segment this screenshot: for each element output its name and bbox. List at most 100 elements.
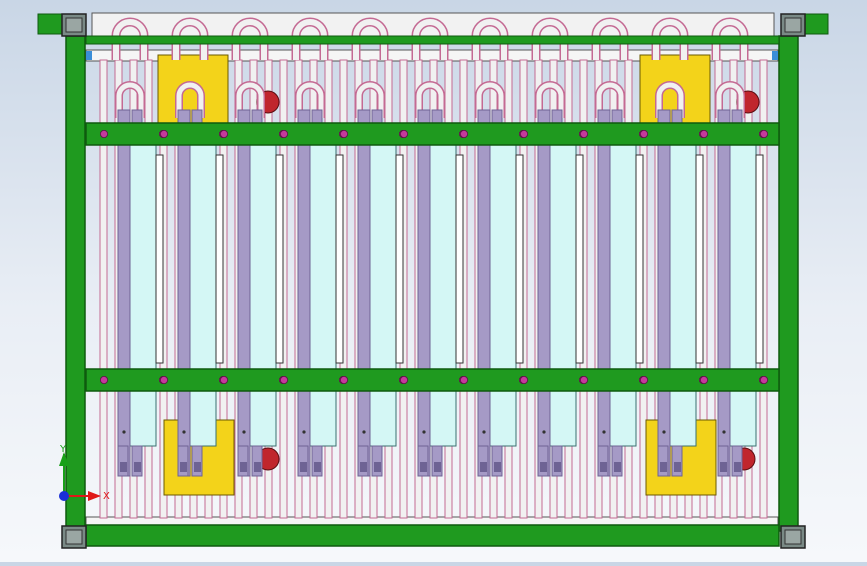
cell-body [429,139,457,447]
cell-body [669,139,697,447]
cell-body [369,139,397,447]
clamp-bolt [700,375,709,384]
electrode-bar [357,109,371,477]
electrode-bar [477,109,491,477]
electrode-foot-shade [180,462,187,472]
corner-block-face [65,529,83,545]
clamp-bolt [700,129,709,138]
electrode-marker [302,430,306,434]
electrode-foot-shade [660,462,667,472]
cell-body [189,139,217,447]
electrode-cap [191,109,203,125]
cell-module [531,17,584,477]
clamp-bolt [100,129,109,138]
crossbar-end-cap [772,51,778,60]
electrode-marker [482,430,486,434]
side-tube [695,154,704,364]
clamp-bolt [459,375,468,384]
side-tube [335,154,344,364]
electrode-foot-shade [314,462,321,472]
electrode-cap [731,109,743,125]
electrode-foot-shade [480,462,487,472]
y-axis-label: Y [59,444,67,455]
crossbar-end-cap [86,51,92,60]
electrode-bar [237,109,251,477]
side-tube [635,154,644,364]
cad-viewport[interactable]: Y X [0,0,867,562]
clamp-bolt [159,129,168,138]
electrode-marker [242,430,246,434]
side-tube [275,154,284,364]
frame-bottom-beam [85,524,780,547]
corner-bracket [37,13,63,35]
frame-right-post [778,35,799,532]
cell-body [129,139,157,447]
clamp-bolt [459,129,468,138]
clamp-bolt [339,129,348,138]
clamp-bolt [399,129,408,138]
cell-body [549,139,577,447]
z-axis-dot [59,491,69,501]
clamp-bolt [279,375,288,384]
corner-block-face [65,17,83,33]
cell-module [711,17,764,477]
clamp-bolt [760,375,769,384]
electrode-foot-shade [554,462,561,472]
electrode-marker [542,430,546,434]
clamp-bolt [219,375,228,384]
cell-module [471,17,524,477]
clamp-bolt [580,129,589,138]
electrode-marker [722,430,726,434]
electrode-foot-shade [120,462,127,472]
cell-module [591,17,644,477]
electrode-foot-shade [360,462,367,472]
electrode-foot-shade [720,462,727,472]
cell-module [411,17,464,477]
electrode-foot-shade [734,462,741,472]
electrode-bar [297,109,311,477]
clamp-bolt [399,375,408,384]
electrode-bar [177,109,191,477]
lower-clamp-bar [85,368,780,392]
electrode-cap [311,109,323,125]
clamp-bolt [219,129,228,138]
side-tube [575,154,584,364]
cell-module [111,17,164,477]
side-tube [395,154,404,364]
electrode-marker [122,430,126,434]
electrode-foot-shade [420,462,427,472]
electrode-foot-shade [194,462,201,472]
clamp-bolt [640,129,649,138]
electrode-marker [182,430,186,434]
electrode-foot-shade [600,462,607,472]
electrode-cap [551,109,563,125]
corner-block-face [784,529,802,545]
side-tube [515,154,524,364]
side-tube [155,154,164,364]
clamp-bolt [520,375,529,384]
electrode-marker [662,430,666,434]
corner-bracket [803,13,829,35]
electrode-cap [431,109,443,125]
electrode-foot-shade [494,462,501,472]
clamp-bolt [580,375,589,384]
cell-body [249,139,277,447]
electrode-bar [417,109,431,477]
cell-module [291,17,344,477]
frame-left-post [65,35,86,532]
electrode-bar [117,109,131,477]
electrode-cap [611,109,623,125]
frame-top-beam [85,35,780,45]
cell-body [309,139,337,447]
assembly-drawing: Y X [37,12,829,549]
clamp-bolt [339,375,348,384]
x-axis-arrow [88,491,101,501]
corner-block-face [784,17,802,33]
upper-clamp-bar [85,122,780,146]
electrode-marker [362,430,366,434]
electrode-foot-shade [614,462,621,472]
electrode-cap [371,109,383,125]
side-tube [755,154,764,364]
electrode-bar [657,109,671,477]
clamp-bolt [520,129,529,138]
